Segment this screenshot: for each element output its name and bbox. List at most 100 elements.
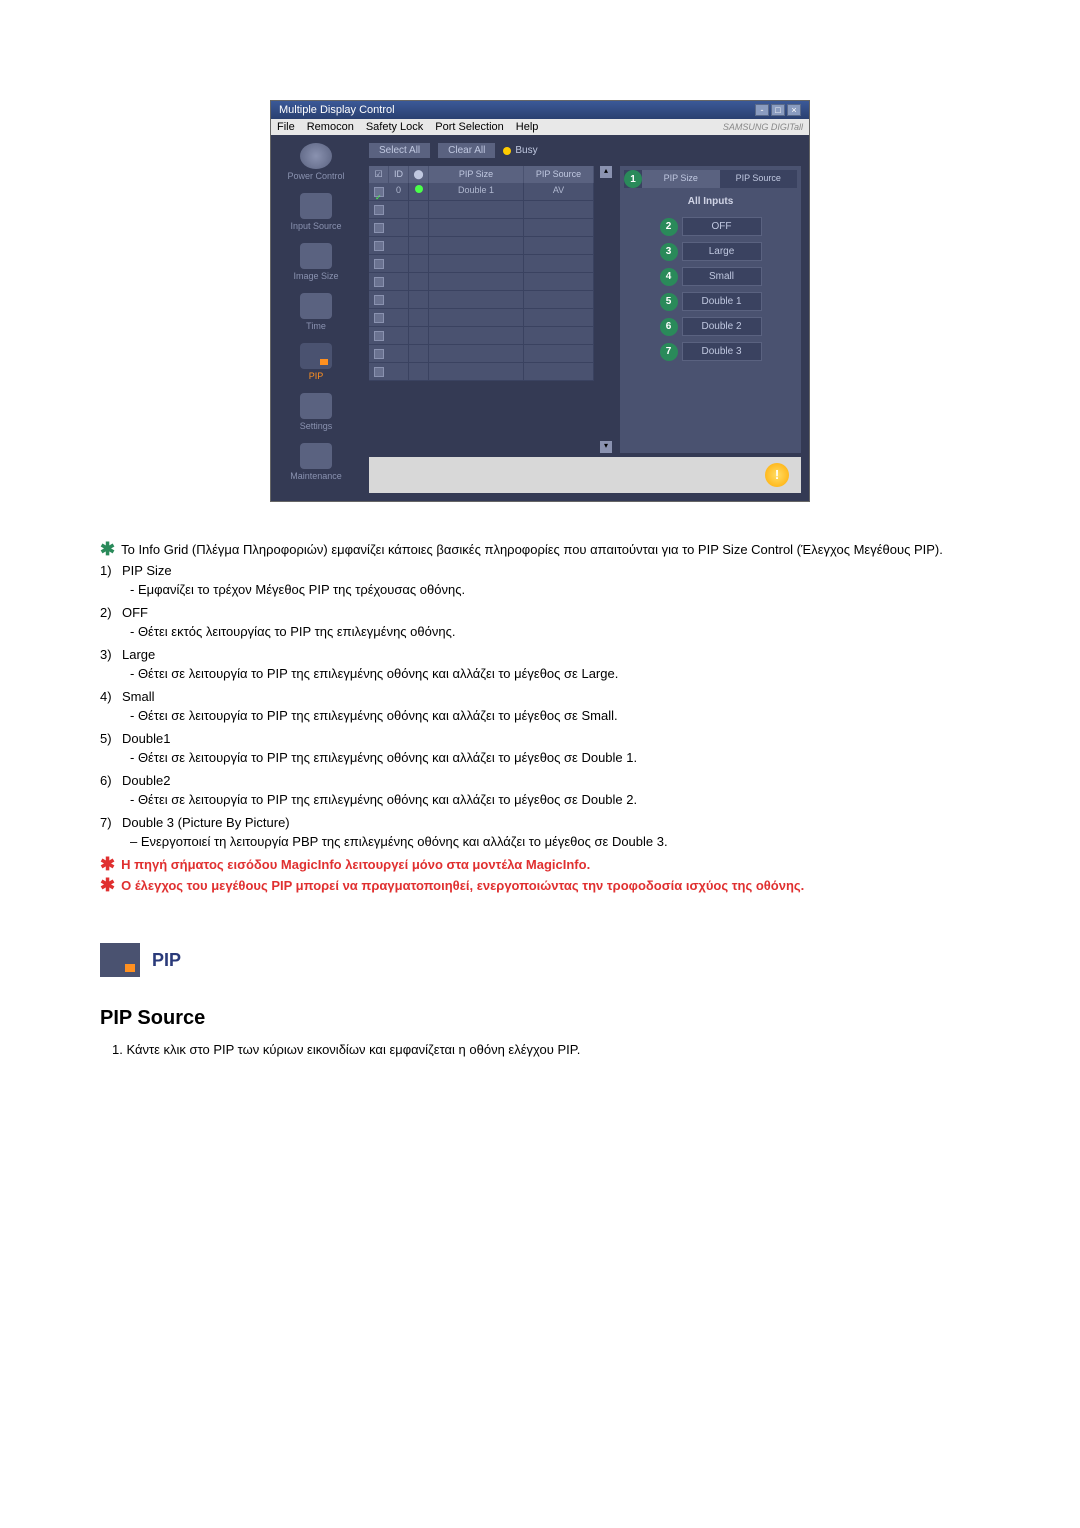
busy-label: Busy <box>515 145 537 156</box>
image-size-icon <box>300 243 332 269</box>
step-text: Κάντε κλικ στο PIP των κύριων εικονιδίων… <box>126 1042 580 1057</box>
grid-scrollbar[interactable]: ▴ ▾ <box>600 166 614 453</box>
option-button[interactable]: Double 3 <box>682 342 762 361</box>
brand-label: SAMSUNG DIGITall <box>723 122 803 132</box>
all-inputs-label: All Inputs <box>624 196 797 207</box>
input-source-icon <box>300 193 332 219</box>
option-button[interactable]: Large <box>682 242 762 261</box>
window-title: Multiple Display Control <box>279 104 395 116</box>
menu-file[interactable]: File <box>277 121 295 133</box>
callout-badge: 5 <box>660 293 678 311</box>
row-checkbox[interactable] <box>369 291 389 308</box>
minimize-icon[interactable]: - <box>755 104 769 116</box>
maximize-icon[interactable]: □ <box>771 104 785 116</box>
toolbar: Select All Clear All Busy <box>369 143 801 158</box>
row-pip-source: AV <box>524 183 594 200</box>
time-icon <box>300 293 332 319</box>
sidebar-item-maintenance[interactable]: Maintenance <box>275 443 357 481</box>
sidebar-item-settings[interactable]: Settings <box>275 393 357 431</box>
grid-header-checkbox[interactable]: ☑ <box>369 166 389 183</box>
scroll-down-icon[interactable]: ▾ <box>600 441 612 453</box>
row-status <box>409 183 429 200</box>
row-checkbox[interactable] <box>369 363 389 380</box>
option-row: 4Small <box>660 267 762 286</box>
option-button[interactable]: OFF <box>682 217 762 236</box>
pip-section-icon <box>100 943 140 977</box>
row-checkbox[interactable] <box>369 183 389 200</box>
table-row[interactable]: 0Double 1AV <box>369 183 594 201</box>
row-checkbox[interactable] <box>369 237 389 254</box>
row-checkbox[interactable] <box>369 345 389 362</box>
busy-dot-icon <box>503 147 511 155</box>
panel-tab-pip-size[interactable]: PIP Size <box>642 170 720 188</box>
settings-icon <box>300 393 332 419</box>
maintenance-icon <box>300 443 332 469</box>
sidebar-item-label: Settings <box>275 421 357 431</box>
table-row[interactable] <box>369 219 594 237</box>
table-row[interactable] <box>369 201 594 219</box>
titlebar: Multiple Display Control - □ × <box>271 101 809 119</box>
menu-help[interactable]: Help <box>516 121 539 133</box>
callout-badge: 2 <box>660 218 678 236</box>
intro-note: Το Info Grid (Πλέγμα Πληροφοριών) εμφανί… <box>121 542 943 557</box>
doc-list-item: 5)Double1- Θέτει σε λειτουργία το PIP τη… <box>100 731 980 765</box>
grid-header-status: ⬤ <box>409 166 429 183</box>
table-row[interactable] <box>369 309 594 327</box>
select-all-button[interactable]: Select All <box>369 143 430 158</box>
sidebar-item-label: PIP <box>275 371 357 381</box>
table-row[interactable] <box>369 363 594 381</box>
option-button[interactable]: Double 2 <box>682 317 762 336</box>
clear-all-button[interactable]: Clear All <box>438 143 495 158</box>
sidebar-item-label: Image Size <box>275 271 357 281</box>
doc-list-item: 6)Double2- Θέτει σε λειτουργία το PIP τη… <box>100 773 980 807</box>
row-checkbox[interactable] <box>369 327 389 344</box>
sidebar-item-power-control[interactable]: Power Control <box>275 143 357 181</box>
table-row[interactable] <box>369 273 594 291</box>
table-row[interactable] <box>369 291 594 309</box>
busy-indicator: Busy <box>503 145 537 156</box>
panel-tab-pip-source[interactable]: PIP Source <box>720 170 798 188</box>
option-button[interactable]: Small <box>682 267 762 286</box>
option-row: 5Double 1 <box>660 292 762 311</box>
document-body: ✱ Το Info Grid (Πλέγμα Πληροφοριών) εμφα… <box>40 542 1040 1057</box>
sidebar: Power Control Input Source Image Size Ti… <box>271 135 361 501</box>
sidebar-item-input-source[interactable]: Input Source <box>275 193 357 231</box>
options-panel: 1 PIP Size PIP Source All Inputs 2OFF3La… <box>620 166 801 453</box>
callout-badge: 4 <box>660 268 678 286</box>
callout-badge: 6 <box>660 318 678 336</box>
sidebar-item-label: Maintenance <box>275 471 357 481</box>
row-checkbox[interactable] <box>369 273 389 290</box>
menu-remocon[interactable]: Remocon <box>307 121 354 133</box>
grid-header-pip-source: PIP Source <box>524 166 594 183</box>
power-icon <box>300 143 332 169</box>
grid-header-id: ID <box>389 166 409 183</box>
sidebar-item-label: Input Source <box>275 221 357 231</box>
row-checkbox[interactable] <box>369 219 389 236</box>
option-button[interactable]: Double 1 <box>682 292 762 311</box>
table-row[interactable] <box>369 327 594 345</box>
doc-list-item: 2)OFF- Θέτει εκτός λειτουργίας το PIP τη… <box>100 605 980 639</box>
row-id: 0 <box>389 183 409 200</box>
close-icon[interactable]: × <box>787 104 801 116</box>
sidebar-item-time[interactable]: Time <box>275 293 357 331</box>
doc-list-item: 1)PIP Size- Εμφανίζει το τρέχον Μέγεθος … <box>100 563 980 597</box>
menu-port-selection[interactable]: Port Selection <box>435 121 503 133</box>
menu-safety-lock[interactable]: Safety Lock <box>366 121 423 133</box>
scroll-up-icon[interactable]: ▴ <box>600 166 612 178</box>
doc-list-item: 4)Small- Θέτει σε λειτουργία το PIP της … <box>100 689 980 723</box>
doc-list-item: 7)Double 3 (Picture By Picture)– Ενεργοπ… <box>100 815 980 849</box>
row-checkbox[interactable] <box>369 255 389 272</box>
row-checkbox[interactable] <box>369 201 389 218</box>
sidebar-item-image-size[interactable]: Image Size <box>275 243 357 281</box>
sidebar-item-pip[interactable]: PIP <box>275 343 357 381</box>
row-checkbox[interactable] <box>369 309 389 326</box>
sidebar-item-label: Power Control <box>275 171 357 181</box>
callout-badge: 3 <box>660 243 678 261</box>
menubar: File Remocon Safety Lock Port Selection … <box>271 119 809 135</box>
table-row[interactable] <box>369 237 594 255</box>
star-icon: ✱ <box>100 857 115 871</box>
option-row: 7Double 3 <box>660 342 762 361</box>
table-row[interactable] <box>369 345 594 363</box>
table-row[interactable] <box>369 255 594 273</box>
alert-icon: ! <box>765 463 789 487</box>
